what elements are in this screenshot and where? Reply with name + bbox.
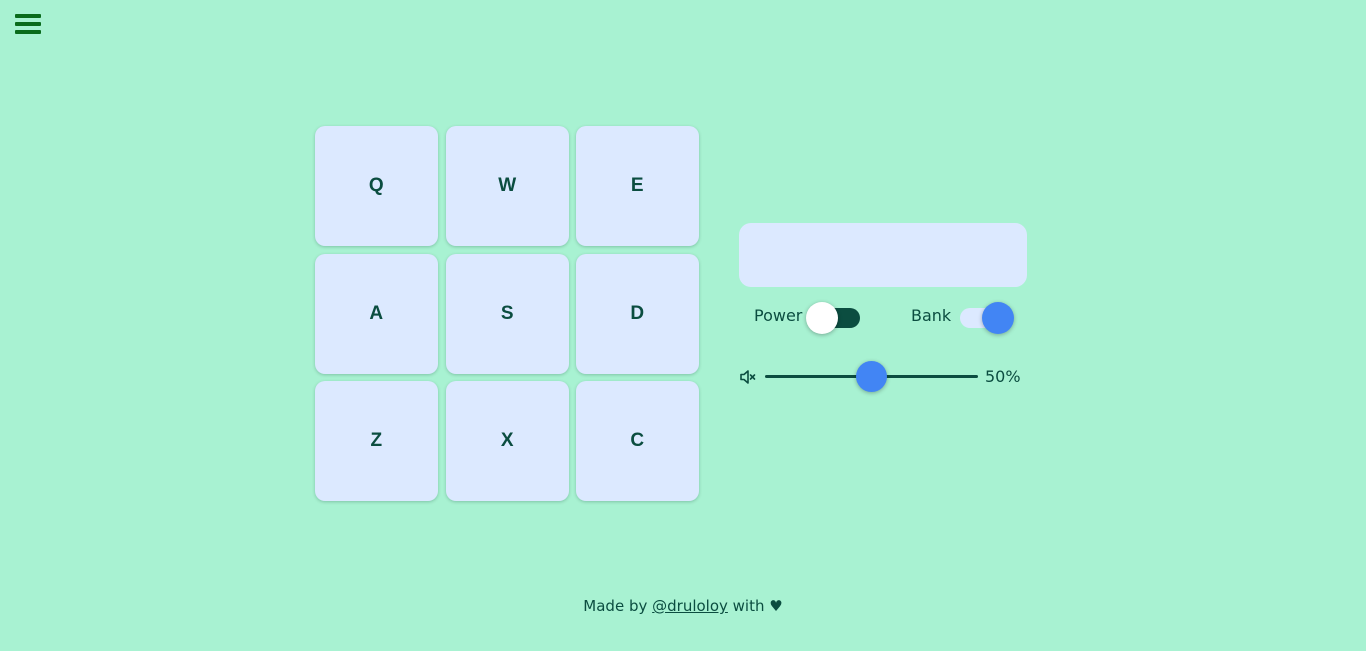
drum-pad-grid: Q W E A S D Z X C [315, 126, 699, 501]
drum-pad-w[interactable]: W [446, 126, 569, 246]
menu-bar [15, 22, 41, 26]
footer-prefix: Made by [583, 597, 653, 615]
drum-pad-a[interactable]: A [315, 254, 438, 374]
drum-pad-x[interactable]: X [446, 381, 569, 501]
power-label: Power [754, 306, 803, 325]
hamburger-menu-icon[interactable] [3, 3, 51, 43]
sound-display [739, 223, 1027, 287]
footer-credit: Made by @druloloy with ♥ [0, 597, 1366, 615]
drum-pad-s[interactable]: S [446, 254, 569, 374]
menu-bar [15, 14, 41, 18]
volume-mute-icon[interactable] [739, 368, 757, 386]
drum-pad-z[interactable]: Z [315, 381, 438, 501]
power-toggle-knob[interactable] [806, 302, 838, 334]
drum-pad-e[interactable]: E [576, 126, 699, 246]
volume-value: 50% [985, 367, 1021, 386]
volume-slider-thumb[interactable] [856, 361, 887, 392]
drum-pad-d[interactable]: D [576, 254, 699, 374]
drum-pad-q[interactable]: Q [315, 126, 438, 246]
author-link[interactable]: @druloloy [652, 597, 728, 615]
menu-bar [15, 30, 41, 34]
bank-toggle-knob[interactable] [982, 302, 1014, 334]
bank-label: Bank [911, 306, 952, 325]
drum-pad-c[interactable]: C [576, 381, 699, 501]
footer-suffix: with ♥ [727, 597, 783, 615]
